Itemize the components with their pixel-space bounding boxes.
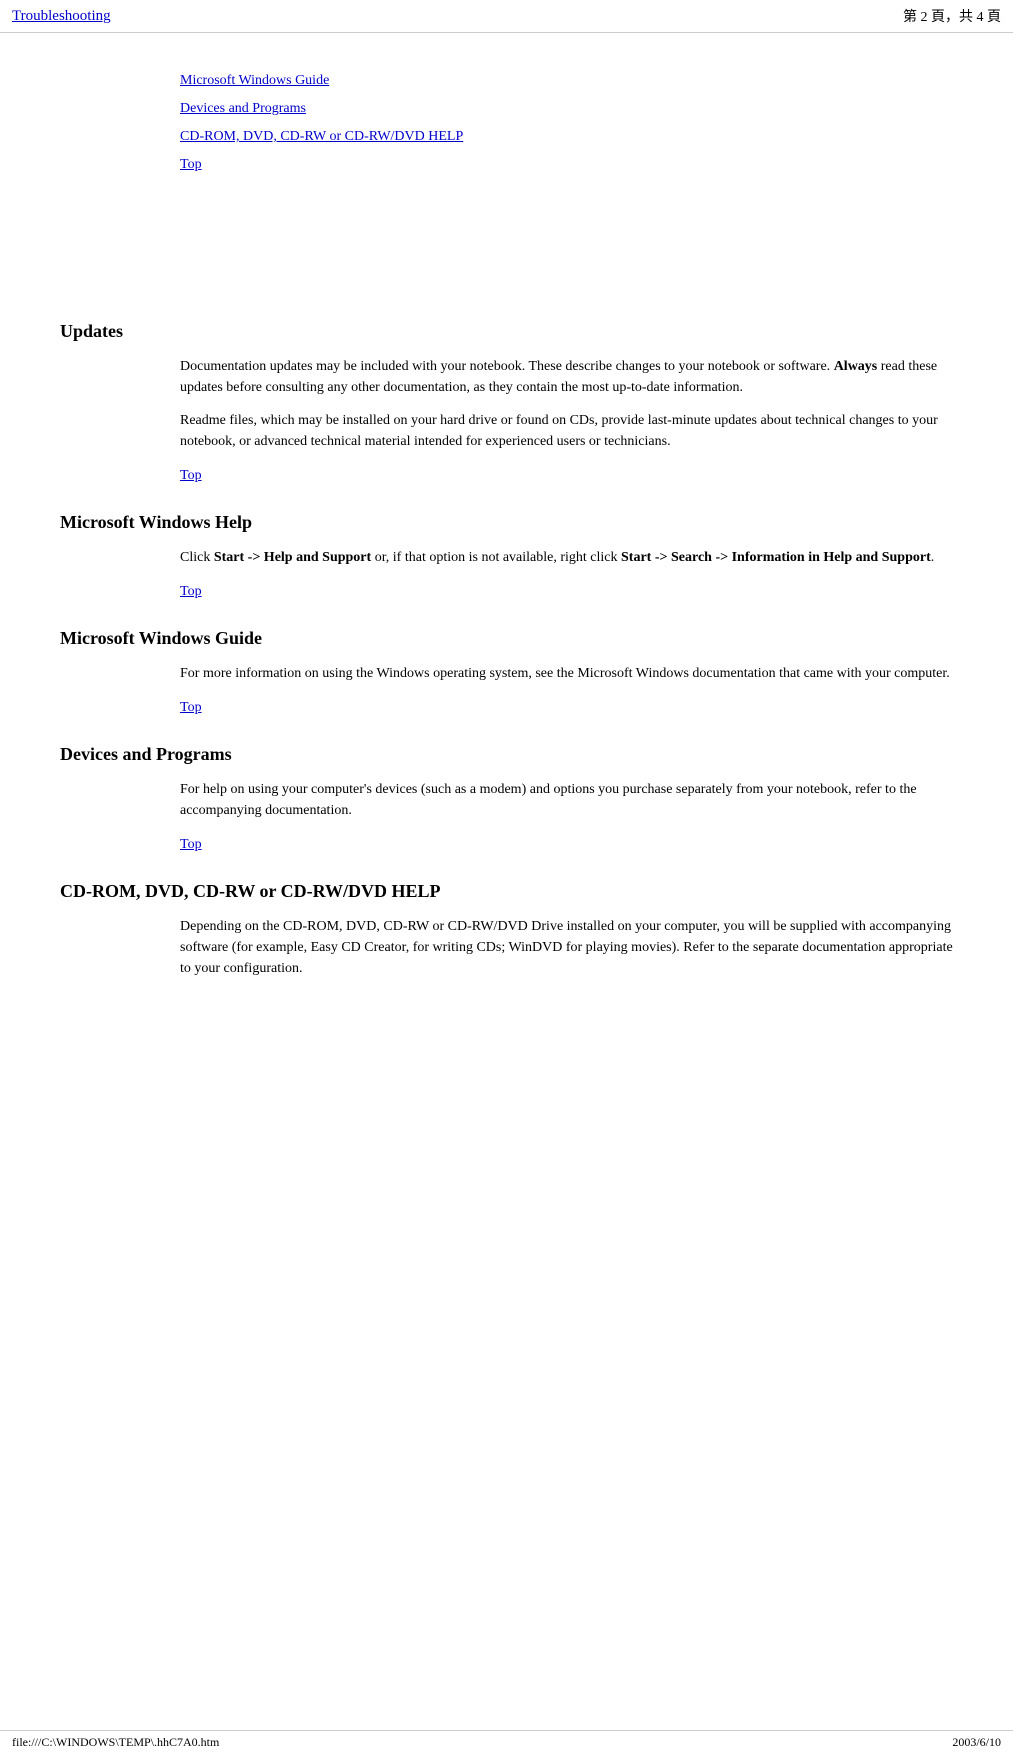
section-heading-updates: Updates — [60, 321, 953, 342]
section-body-updates: Documentation updates may be included wi… — [180, 356, 953, 484]
spacer — [60, 173, 953, 293]
section-heading-devices-programs: Devices and Programs — [60, 744, 953, 765]
devices-programs-top-link[interactable]: Top — [180, 837, 202, 853]
section-ms-windows-help: Microsoft Windows Help Click Start -> He… — [60, 512, 953, 600]
footer-date: 2003/6/10 — [952, 1735, 1001, 1750]
ms-windows-guide-para: For more information on using the Window… — [180, 663, 953, 684]
section-body-cdrom: Depending on the CD-ROM, DVD, CD-RW or C… — [180, 916, 953, 979]
toc-section: Microsoft Windows Guide Devices and Prog… — [180, 73, 953, 173]
section-updates: Updates Documentation updates may be inc… — [60, 321, 953, 484]
section-heading-ms-windows-help: Microsoft Windows Help — [60, 512, 953, 533]
section-devices-programs: Devices and Programs For help on using y… — [60, 744, 953, 853]
bold-start-help: Start -> Help and Support — [214, 550, 371, 565]
ms-windows-help-top-link[interactable]: Top — [180, 584, 202, 600]
header-page-info: 第 2 頁，共 4 頁 — [903, 6, 1001, 26]
section-body-ms-windows-help: Click Start -> Help and Support or, if t… — [180, 547, 953, 600]
section-heading-ms-windows-guide: Microsoft Windows Guide — [60, 628, 953, 649]
ms-windows-guide-top-link[interactable]: Top — [180, 700, 202, 716]
header-title[interactable]: Troubleshooting — [12, 8, 111, 25]
footer-url: file:///C:\WINDOWS\TEMP\.hhC7A0.htm — [12, 1735, 219, 1750]
section-ms-windows-guide: Microsoft Windows Guide For more informa… — [60, 628, 953, 716]
updates-top-link[interactable]: Top — [180, 468, 202, 484]
main-content: Microsoft Windows Guide Devices and Prog… — [0, 33, 1013, 1031]
toc-link-devices-programs[interactable]: Devices and Programs — [180, 101, 953, 117]
section-heading-cdrom: CD-ROM, DVD, CD-RW or CD-RW/DVD HELP — [60, 881, 953, 902]
section-body-ms-windows-guide: For more information on using the Window… — [180, 663, 953, 716]
bold-start-search: Start -> Search -> Information in Help a… — [621, 550, 931, 565]
updates-para-2: Readme files, which may be installed on … — [180, 410, 953, 452]
cdrom-para: Depending on the CD-ROM, DVD, CD-RW or C… — [180, 916, 953, 979]
toc-link-cdrom[interactable]: CD-ROM, DVD, CD-RW or CD-RW/DVD HELP — [180, 129, 953, 145]
updates-bold: Always — [834, 359, 878, 374]
header-bar: Troubleshooting 第 2 頁，共 4 頁 — [0, 0, 1013, 33]
section-cdrom: CD-ROM, DVD, CD-RW or CD-RW/DVD HELP Dep… — [60, 881, 953, 979]
toc-top-link[interactable]: Top — [180, 157, 953, 173]
section-body-devices-programs: For help on using your computer's device… — [180, 779, 953, 853]
toc-link-windows-guide[interactable]: Microsoft Windows Guide — [180, 73, 953, 89]
updates-para-1: Documentation updates may be included wi… — [180, 356, 953, 398]
devices-programs-para: For help on using your computer's device… — [180, 779, 953, 821]
ms-windows-help-para: Click Start -> Help and Support or, if t… — [180, 547, 953, 568]
footer-bar: file:///C:\WINDOWS\TEMP\.hhC7A0.htm 2003… — [0, 1730, 1013, 1754]
